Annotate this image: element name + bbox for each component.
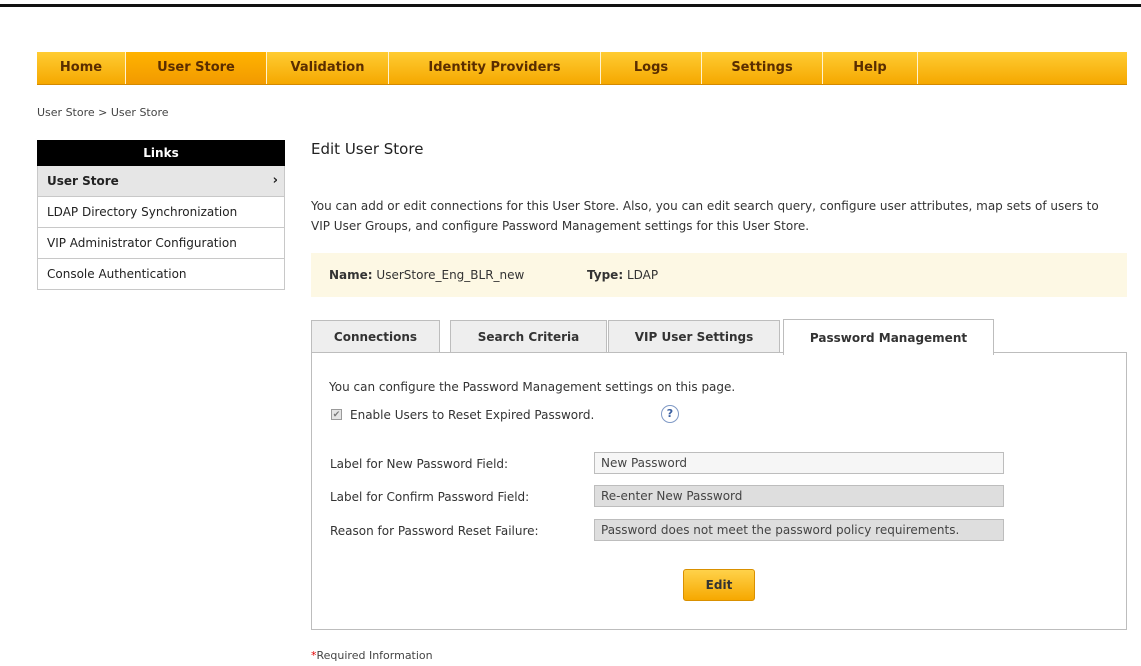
new-password-field-label: Label for New Password Field: (330, 457, 509, 471)
nav-user-store[interactable]: User Store (126, 52, 267, 84)
required-info-text: Required Information (316, 649, 433, 662)
breadcrumb: User Store > User Store (37, 106, 169, 119)
sidebar-item-console-authentication[interactable]: Console Authentication (37, 259, 285, 290)
nav-settings[interactable]: Settings (702, 52, 823, 84)
nav-help[interactable]: Help (823, 52, 918, 84)
chevron-right-icon: › (272, 173, 278, 188)
sidebar-header: Links (37, 140, 285, 166)
reset-failure-reason-label: Reason for Password Reset Failure: (330, 524, 539, 538)
tab-password-management[interactable]: Password Management (783, 319, 994, 355)
sidebar-links: Links User Store › LDAP Directory Synchr… (37, 140, 285, 290)
edit-button[interactable]: Edit (683, 569, 755, 601)
type-value: LDAP (626, 268, 659, 282)
nav-validation[interactable]: Validation (267, 52, 389, 84)
nav-home[interactable]: Home (37, 52, 126, 84)
name-label: Name: (329, 268, 373, 282)
confirm-password-label-input[interactable]: Re-enter New Password (594, 485, 1004, 507)
user-store-type: Type: LDAP (587, 253, 658, 297)
page-title: Edit User Store (311, 140, 424, 158)
nav-logs[interactable]: Logs (601, 52, 702, 84)
confirm-password-field-label: Label for Confirm Password Field: (330, 490, 530, 504)
sidebar-item-user-store[interactable]: User Store › (37, 166, 285, 197)
user-store-name: Name: UserStore_Eng_BLR_new (329, 253, 524, 297)
required-info-note: *Required Information (311, 649, 433, 662)
reset-expired-password-label: Enable Users to Reset Expired Password. (350, 408, 595, 422)
breadcrumb-current: User Store (110, 106, 169, 119)
tab-connections[interactable]: Connections (311, 320, 440, 353)
sidebar-item-label: Console Authentication (47, 267, 187, 281)
help-circle-icon[interactable]: ? (661, 405, 679, 423)
sidebar-item-label: User Store (47, 174, 119, 188)
breadcrumb-parent[interactable]: User Store (37, 106, 95, 119)
tab-vip-user-settings[interactable]: VIP User Settings (608, 320, 780, 353)
reset-failure-reason-input[interactable]: Password does not meet the password poli… (594, 519, 1004, 541)
top-rule (0, 4, 1141, 7)
sidebar-item-vip-admin-config[interactable]: VIP Administrator Configuration (37, 228, 285, 259)
user-store-info-bar: Name: UserStore_Eng_BLR_new Type: LDAP (311, 253, 1127, 297)
sidebar-item-label: VIP Administrator Configuration (47, 236, 237, 250)
reset-expired-password-checkbox[interactable]: ✔ (331, 409, 342, 420)
sidebar-item-ldap-directory-sync[interactable]: LDAP Directory Synchronization (37, 197, 285, 228)
name-value: UserStore_Eng_BLR_new (376, 268, 525, 282)
nav-identity-providers[interactable]: Identity Providers (389, 52, 601, 84)
type-label: Type: (587, 268, 624, 282)
page-description: You can add or edit connections for this… (311, 199, 1099, 233)
sidebar-item-label: LDAP Directory Synchronization (47, 205, 238, 219)
new-password-label-input[interactable]: New Password (594, 452, 1004, 474)
main-nav: Home User Store Validation Identity Prov… (37, 52, 1127, 85)
password-management-panel: You can configure the Password Managemen… (311, 352, 1127, 630)
tab-search-criteria[interactable]: Search Criteria (450, 320, 607, 353)
panel-intro: You can configure the Password Managemen… (329, 380, 736, 394)
breadcrumb-separator: > (98, 106, 108, 119)
